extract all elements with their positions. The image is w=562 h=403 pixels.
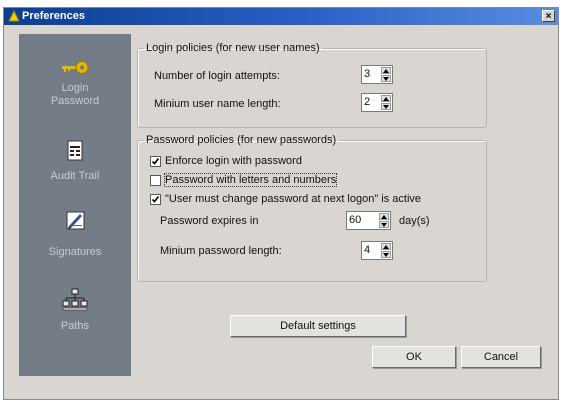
expires-value: 60 (349, 214, 362, 226)
spin-down-icon[interactable] (381, 103, 391, 110)
min-username-spinner[interactable]: 2 (361, 93, 393, 112)
min-password-length-value: 4 (364, 244, 371, 256)
spinner-arrows (381, 95, 391, 110)
sidebar-item-label: Paths (60, 320, 90, 332)
expires-spinner[interactable]: 60 (346, 211, 391, 230)
login-attempts-label: Number of login attempts: (154, 70, 280, 82)
sidebar-item-audit-trail[interactable]: Audit Trail (19, 134, 131, 184)
sidebar-item-login-password[interactable]: Login Password (19, 52, 131, 112)
sidebar-item-label: Login (61, 82, 89, 94)
expires-unit-label: day(s) (399, 215, 430, 227)
expires-label: Password expires in (160, 215, 259, 227)
min-password-length-spinner[interactable]: 4 (361, 241, 393, 260)
title-bar: Preferences × (4, 8, 558, 25)
login-policies-legend: Login policies (for new user names) (146, 42, 320, 54)
spin-down-icon[interactable] (379, 221, 389, 228)
key-icon (60, 58, 90, 80)
enforce-login-label: Enforce login with password (165, 155, 302, 167)
checkbox-checked[interactable] (150, 156, 161, 167)
app-icon (8, 9, 20, 22)
must-change-label: "User must change password at next logon… (165, 193, 422, 205)
close-button[interactable]: × (542, 10, 555, 22)
signature-pen-icon (60, 208, 90, 230)
spin-up-icon[interactable] (379, 213, 389, 220)
sidebar-item-label: Password (50, 95, 100, 107)
spin-down-icon[interactable] (381, 75, 391, 82)
login-attempts-value: 3 (364, 68, 371, 80)
checkbox-unchecked[interactable] (150, 175, 161, 186)
spinner-arrows (379, 213, 389, 228)
preferences-window: Preferences × Login Password Audit Trail… (3, 7, 559, 400)
ok-button[interactable]: OK (372, 346, 456, 368)
default-settings-button[interactable]: Default settings (230, 315, 406, 337)
window-title: Preferences (22, 10, 85, 22)
audit-document-icon (60, 140, 90, 162)
login-attempts-spinner[interactable]: 3 (361, 65, 393, 84)
cancel-button[interactable]: Cancel (461, 346, 541, 368)
spin-up-icon[interactable] (381, 67, 391, 74)
min-username-value: 2 (364, 96, 371, 108)
letters-numbers-label: Password with letters and numbers (163, 173, 338, 187)
sidebar-item-label: Signatures (48, 246, 102, 258)
spinner-arrows (381, 243, 391, 258)
sidebar-item-signatures[interactable]: Signatures (19, 202, 131, 262)
spinner-arrows (381, 67, 391, 82)
login-policies-group: Login policies (for new user names) (137, 42, 487, 128)
min-username-label: Minium user name length: (154, 98, 281, 110)
sidebar-item-paths[interactable]: Paths (19, 282, 131, 342)
spin-up-icon[interactable] (381, 243, 391, 250)
network-tree-icon (60, 288, 90, 311)
sidebar: Login Password Audit Trail Signatures Pa… (19, 34, 131, 376)
min-password-length-label: Minium password length: (160, 245, 282, 257)
sidebar-item-label: Audit Trail (50, 170, 100, 182)
spin-down-icon[interactable] (381, 251, 391, 258)
password-policies-legend: Password policies (for new passwords) (146, 134, 337, 146)
spin-up-icon[interactable] (381, 95, 391, 102)
checkbox-checked[interactable] (150, 194, 161, 205)
